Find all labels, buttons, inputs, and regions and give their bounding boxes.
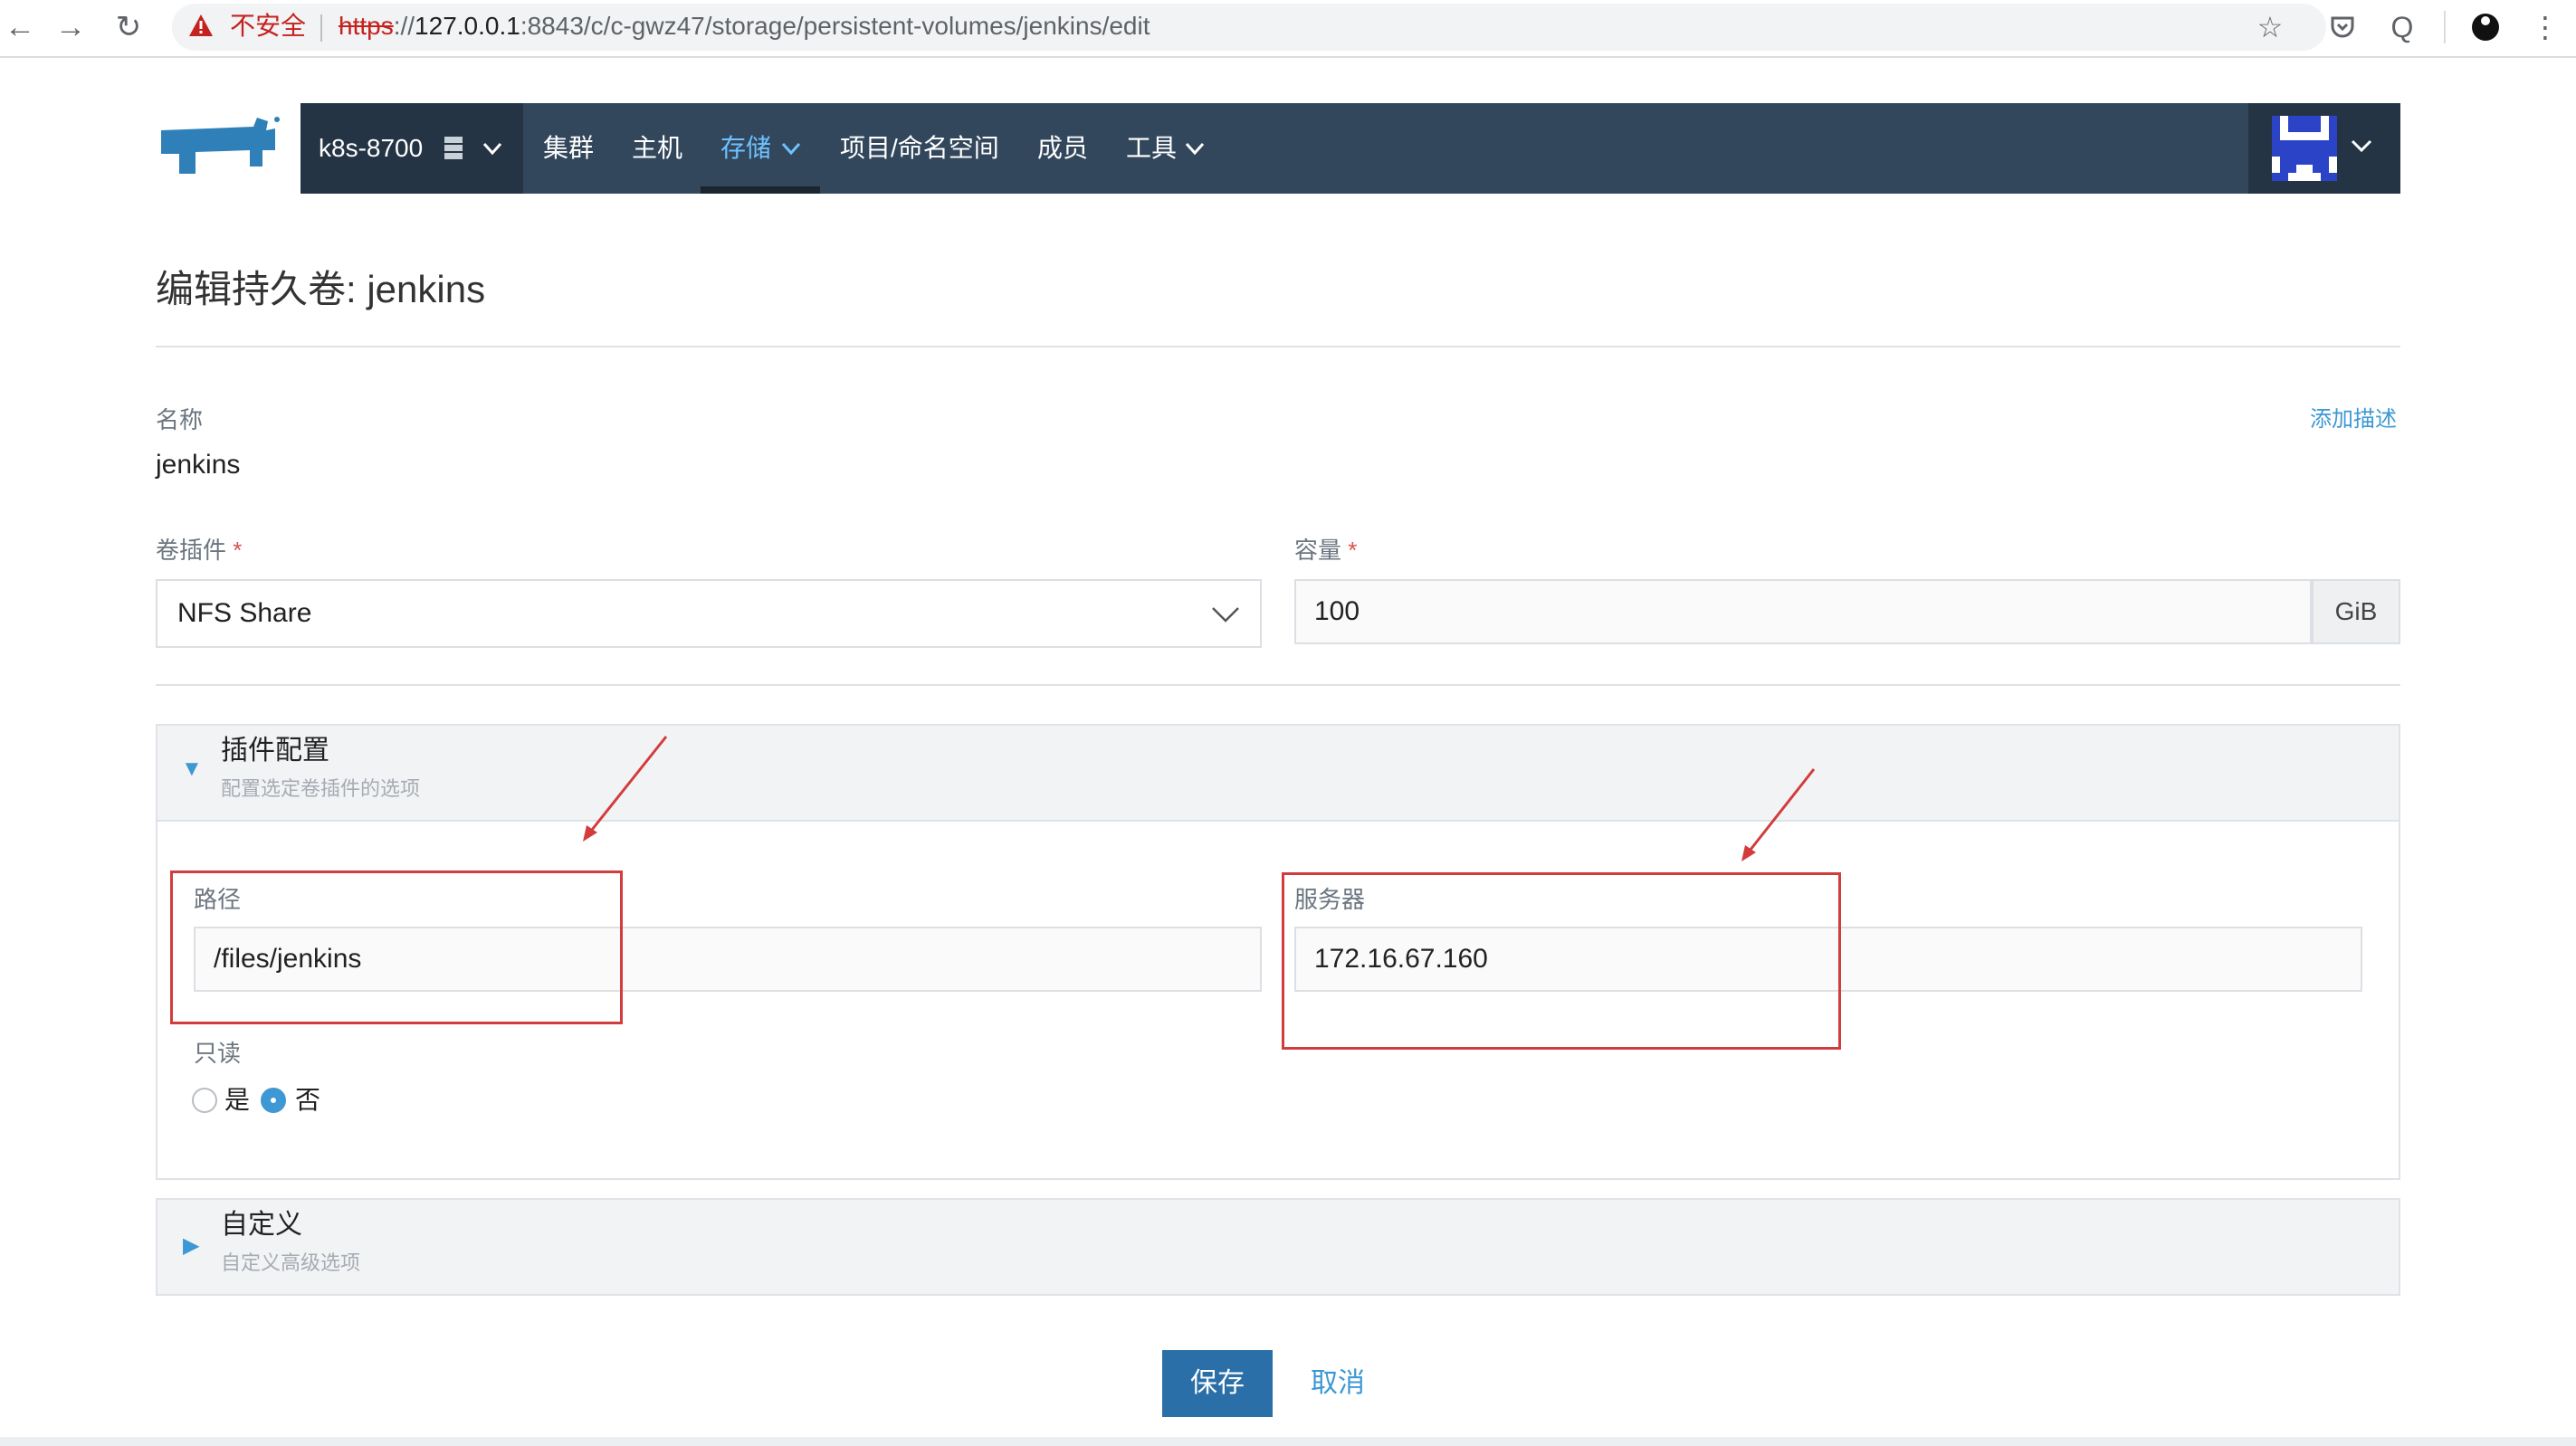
storage-chevron-icon (780, 138, 802, 159)
capacity-unit-addon: GiB (2312, 579, 2400, 644)
security-status[interactable]: 不安全 (230, 6, 306, 46)
nav-tools[interactable]: 工具 (1126, 130, 1177, 166)
capacity-label-text: 容量 (1294, 537, 1342, 564)
annotation-box-path (170, 870, 623, 1024)
url-text[interactable]: https://127.0.0.1:8843/c/c-gwz47/storage… (339, 6, 1150, 46)
customize-section[interactable] (156, 1198, 2400, 1296)
nav-active-indicator (701, 186, 820, 194)
nav-projects[interactable]: 项目/命名空间 (840, 130, 999, 166)
chevron-down-icon (482, 138, 503, 159)
nav-storage[interactable]: 存储 (720, 130, 771, 166)
page-title: 编辑持久卷: jenkins (156, 268, 486, 310)
select-chevron-icon (1211, 601, 1240, 626)
name-label: 名称 (156, 406, 204, 433)
page-footer-strip (0, 1437, 2576, 1446)
user-chevron-icon[interactable] (2350, 134, 2373, 157)
title-divider (156, 346, 2400, 347)
plugin-select[interactable] (156, 579, 1262, 648)
tools-chevron-icon (1184, 138, 1206, 159)
customize-title: 自定义 (221, 1210, 302, 1240)
form-divider (156, 684, 2400, 686)
url-scheme-sep: :// (393, 12, 415, 40)
profile-icon[interactable] (2466, 7, 2505, 47)
required-mark: * (233, 537, 243, 564)
rancher-logo[interactable] (156, 110, 281, 183)
url-host: 127.0.0.1 (415, 12, 520, 40)
plugin-config-subtitle: 配置选定卷插件的选项 (221, 777, 421, 800)
plugin-select-value: NFS Share (177, 598, 312, 628)
server-icon (444, 136, 463, 161)
back-icon[interactable]: ← (0, 7, 40, 47)
cancel-button[interactable]: 取消 (1300, 1350, 1376, 1417)
browser-menu-icon[interactable]: ⋮ (2525, 7, 2565, 47)
required-mark: * (1348, 537, 1358, 564)
capacity-input[interactable] (1294, 579, 2312, 644)
reload-icon[interactable]: ↻ (109, 7, 148, 47)
expand-triangle-icon[interactable]: ▶ (183, 1232, 199, 1259)
address-separator (320, 14, 322, 42)
forward-icon[interactable]: → (51, 7, 91, 47)
url-path: :8843/c/c-gwz47/storage/persistent-volum… (520, 12, 1150, 40)
nav-members[interactable]: 成员 (1037, 130, 1088, 166)
annotation-box-server (1282, 872, 1841, 1050)
section-divider (157, 820, 2399, 822)
plugin-label-text: 卷插件 (156, 537, 227, 564)
plugin-config-title: 插件配置 (221, 736, 329, 766)
readonly-yes-radio[interactable] (192, 1088, 217, 1113)
nav-cluster[interactable]: 集群 (543, 130, 594, 166)
readonly-label: 只读 (194, 1040, 242, 1067)
pocket-icon[interactable] (2323, 7, 2362, 47)
collapse-triangle-icon[interactable]: ▼ (181, 756, 203, 782)
nav-hosts[interactable]: 主机 (632, 130, 682, 166)
warning-icon (189, 14, 213, 36)
plugin-label: 卷插件 * (156, 534, 242, 566)
readonly-no-label[interactable]: 否 (295, 1082, 320, 1118)
customize-subtitle: 自定义高级选项 (221, 1251, 361, 1274)
bookmark-star-icon[interactable]: ☆ (2250, 7, 2290, 47)
search-extension-icon[interactable]: Q (2382, 7, 2422, 47)
readonly-yes-label[interactable]: 是 (224, 1082, 250, 1118)
url-scheme: https (339, 12, 394, 40)
readonly-no-radio[interactable] (261, 1088, 286, 1113)
toolbar-divider (2444, 11, 2446, 43)
capacity-input-value: 100 (1314, 596, 1360, 626)
save-button[interactable]: 保存 (1162, 1350, 1273, 1417)
plugin-config-header[interactable] (157, 726, 2399, 820)
add-description-link[interactable]: 添加描述 (2310, 404, 2397, 436)
top-nav (301, 103, 2400, 194)
cluster-name: k8s-8700 (319, 134, 424, 162)
user-avatar[interactable] (2272, 116, 2337, 181)
name-value: jenkins (156, 450, 241, 480)
capacity-label: 容量 * (1294, 534, 1357, 566)
